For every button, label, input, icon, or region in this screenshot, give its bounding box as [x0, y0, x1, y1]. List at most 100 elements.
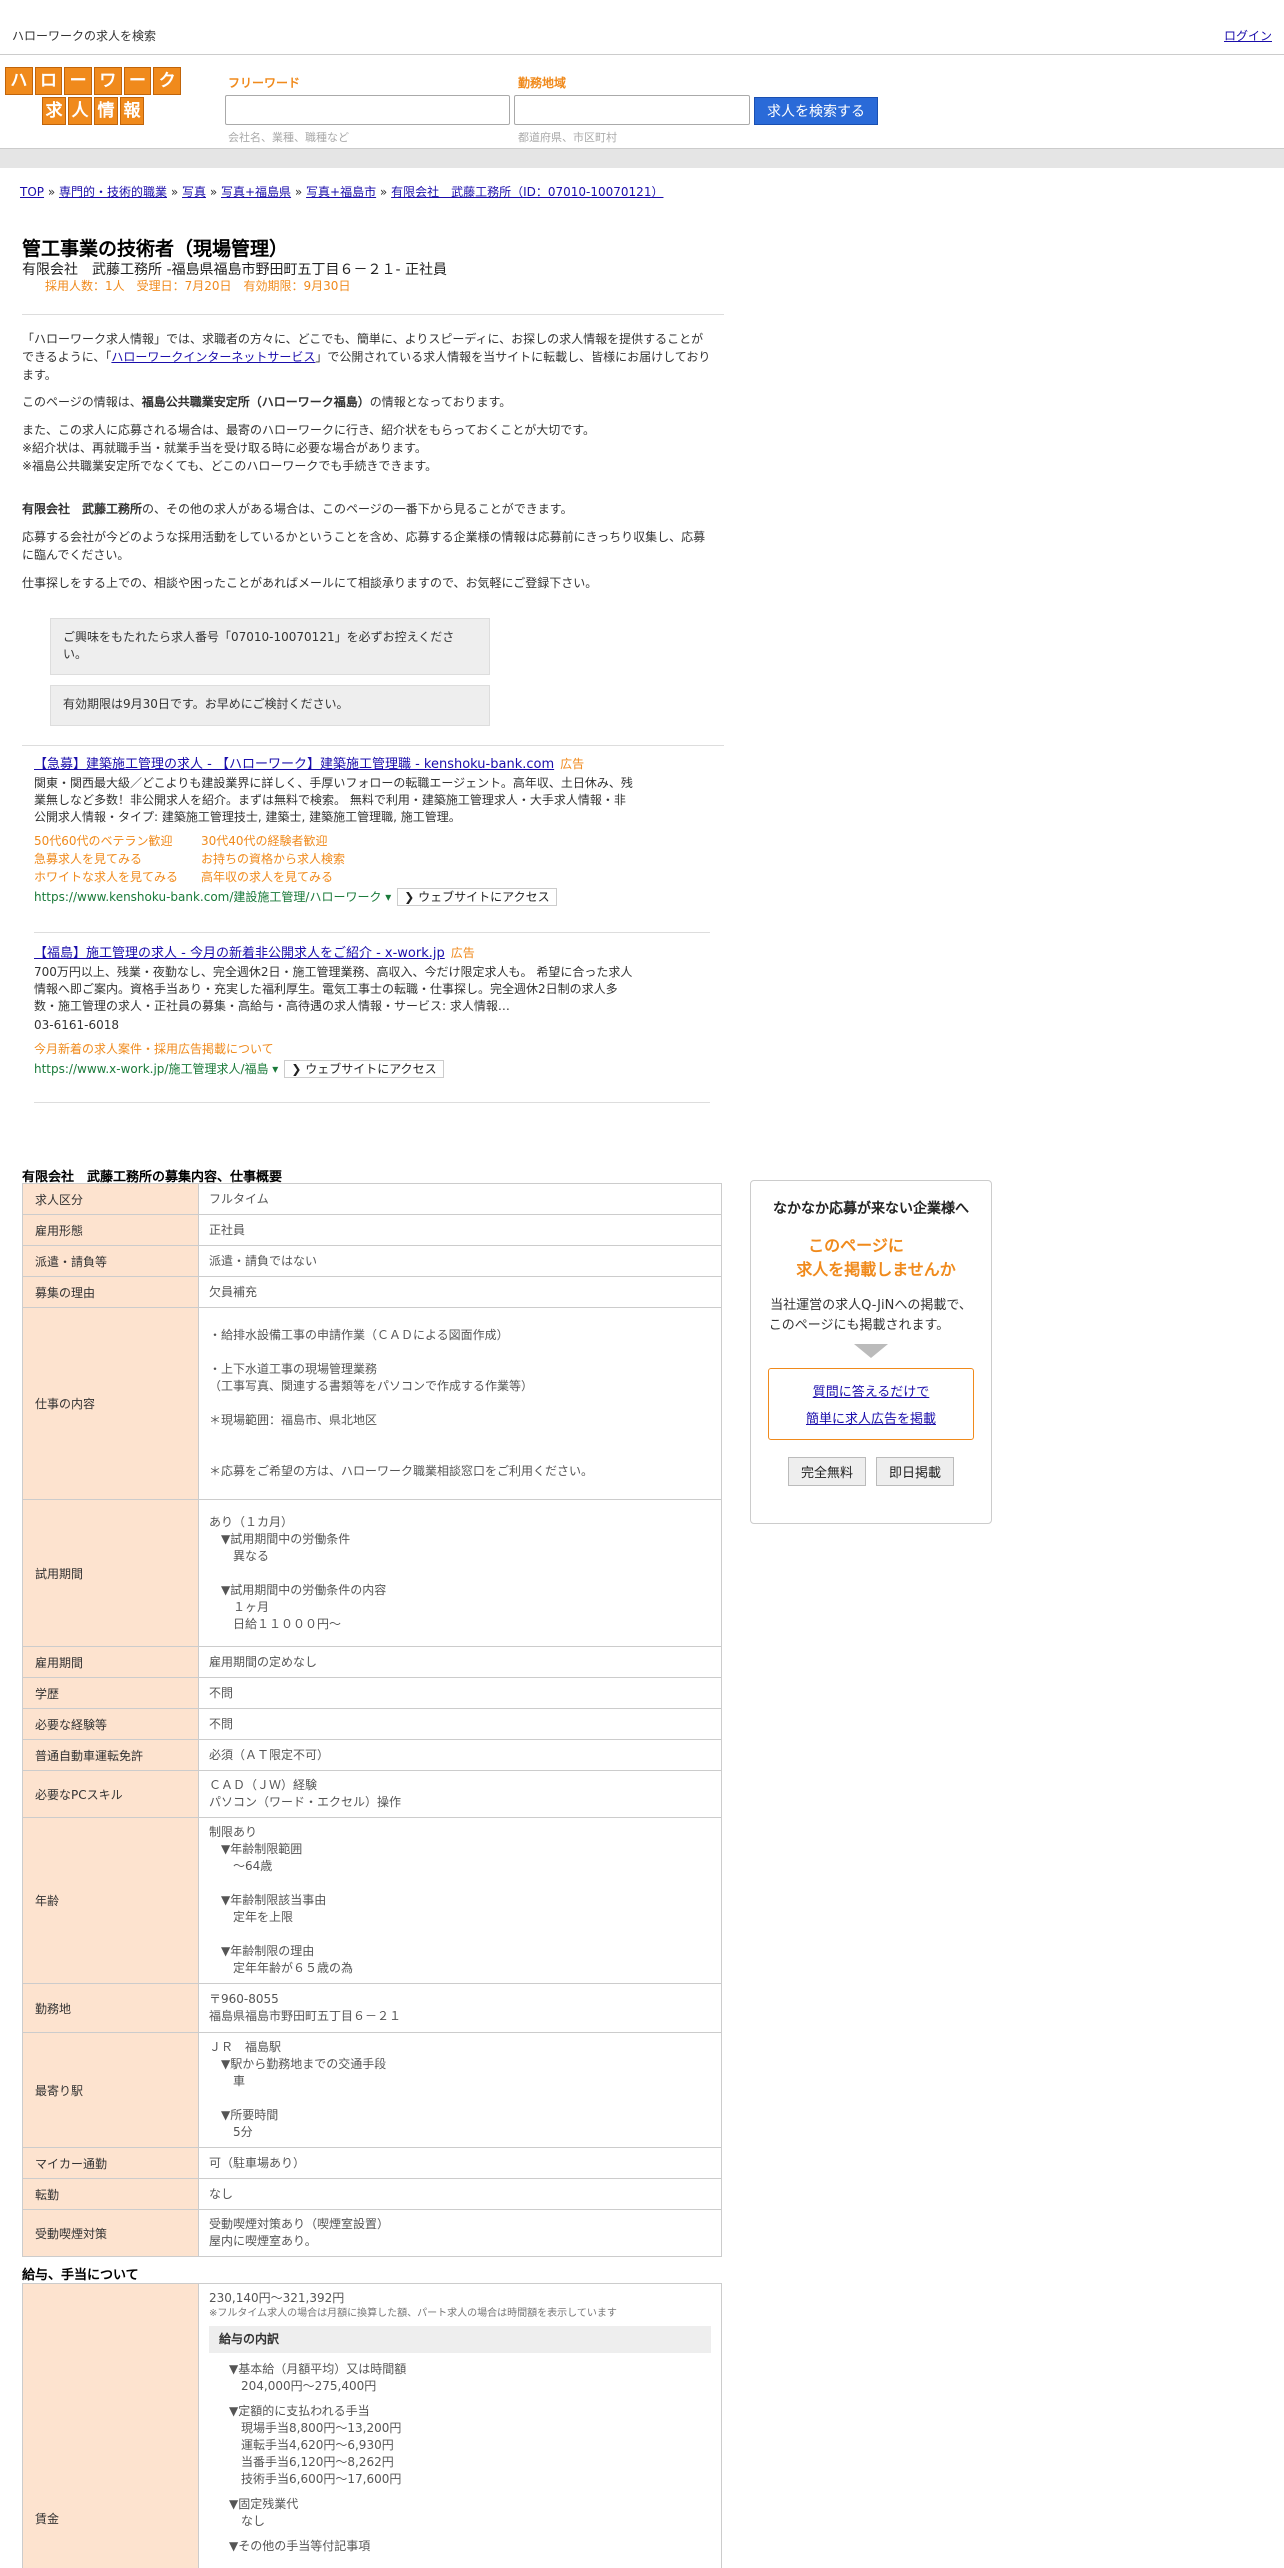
overview-key: 雇用形態 — [22, 1214, 199, 1246]
free-badge-button[interactable]: 完全無料 — [787, 1457, 866, 1486]
area-input[interactable] — [514, 95, 750, 125]
overview-value-line: ▼年齢制限該当事由 — [209, 1893, 327, 1907]
ad-description: 関東・関西最大級／どこよりも建設業界に詳しく、手厚いフォローの転職エージェント。… — [34, 776, 633, 824]
overview-value: 欠員補充 — [198, 1276, 722, 1308]
salary-line: なし — [229, 2514, 266, 2528]
overview-value-line — [209, 1446, 711, 1463]
overview-row: 雇用形態 正社員 — [22, 1214, 722, 1246]
ad-title-link[interactable]: 【急募】建築施工管理の求人 - 【ハローワーク】建築施工管理職 - kensho… — [34, 757, 554, 772]
overview-value: 正社員 — [198, 1214, 722, 1246]
breadcrumb: TOP » 専門的・技術的職業 » 写真 » 写真+福島県 » 写真+福島市 »… — [20, 185, 664, 199]
overview-value-line: 〒960-8055 — [209, 1992, 279, 2006]
breadcrumb-city[interactable]: 写真+福島市 — [306, 185, 376, 199]
overview-value-line: ・上下水道工事の現場管理業務 — [209, 1362, 378, 1376]
overview-value-line: ＊現場範囲：福島市、県北地区 — [209, 1413, 378, 1427]
salary-title: 給与、手当について — [22, 2268, 139, 2283]
divider — [34, 1102, 710, 1103]
ad-sitelink[interactable]: 急募求人を見てみる — [34, 850, 201, 868]
overview-value-line: 受動喫煙対策あり（喫煙室設置） — [209, 2217, 390, 2231]
overview-value-line: 福島県福島市野田町五丁目６－２１ — [209, 2009, 402, 2023]
overview-value-line: ＣＡＤ（ＪＷ）経験 — [209, 1778, 318, 1792]
breadcrumb-category[interactable]: 専門的・技術的職業 — [59, 185, 167, 199]
overview-value: ＣＡＤ（ＪＷ）経験 パソコン（ワード・エクセル）操作 — [198, 1770, 722, 1818]
overview-value-line: 可（駐車場あり） — [209, 2155, 306, 2170]
overview-row: マイカー通勤 可（駐車場あり） — [22, 2147, 722, 2179]
login-link[interactable]: ログイン — [1224, 27, 1272, 44]
ad-title-link[interactable]: 【福島】施工管理の求人 - 今月の新着非公開求人をご紹介 - x-work.jp — [34, 946, 445, 961]
overview-value-line: 定年を上限 — [209, 1910, 294, 1924]
overview-row: 試用期間 あり（１カ月） ▼試用期間中の労働条件 異なる ▼試用期間中の労働条件の… — [22, 1499, 722, 1647]
divider-band — [0, 148, 1284, 168]
ad-url[interactable]: https://www.x-work.jp/施工管理求人/福島 ▾ — [34, 1061, 278, 1078]
overview-value: なし — [198, 2178, 722, 2210]
overview-key: 必要な経験等 — [22, 1708, 199, 1740]
overview-key: 求人区分 — [22, 1183, 199, 1215]
visit-website-button[interactable]: ❯ ウェブサイトにアクセス — [284, 1060, 444, 1078]
breadcrumb-prefecture[interactable]: 写真+福島県 — [221, 185, 291, 199]
overview-row: 必要な経験等 不問 — [22, 1708, 722, 1740]
overview-value-line: 正社員 — [209, 1222, 246, 1237]
divider — [22, 745, 724, 746]
same-day-badge-button[interactable]: 即日掲載 — [876, 1457, 955, 1486]
overview-value: ・給排水設備工事の申請作業（ＣＡＤによる図面作成） ・上下水道工事の現場管理業務 （… — [198, 1307, 722, 1500]
ad-sitelink[interactable]: お持ちの資格から求人検索 — [201, 850, 401, 868]
overview-row: 必要なPCスキル ＣＡＤ（ＪＷ）経験 パソコン（ワード・エクセル）操作 — [22, 1770, 722, 1818]
overview-key: 募集の理由 — [22, 1276, 199, 1308]
overview-value-line: （工事写真、関連する書類等をパソコンで作成する作業等） — [209, 1379, 534, 1393]
post-job-ad-link[interactable]: 簡単に求人広告を掲載 — [769, 1406, 973, 1433]
overview-value-line: 屋内に喫煙室あり。 — [209, 2234, 317, 2248]
ad-sitelink[interactable]: 30代40代の経験者歓迎 — [201, 832, 401, 850]
breadcrumb-top[interactable]: TOP — [20, 185, 44, 199]
freeword-input[interactable] — [225, 95, 510, 125]
salary-line: ▼定額的に支払われる手当 — [229, 2404, 370, 2418]
ad-description: 700万円以上、残業・夜勤なし、完全週休2日・施工管理業務、高収入、今だけ限定求… — [34, 965, 633, 1013]
overview-row: 勤務地 〒960-8055 福島県福島市野田町五丁目６－２１ — [22, 1983, 722, 2033]
salary-line: 現場手当8,800円〜13,200円 — [229, 2421, 402, 2435]
overview-value-line: 日給１１０００円～ — [209, 1616, 342, 1631]
salary-range: 230,140円〜321,392円 — [209, 2291, 345, 2305]
overview-value-line: ▼年齢制限範囲 — [209, 1842, 303, 1856]
search-button[interactable]: 求人を検索する — [754, 97, 878, 125]
overview-value-line: 定年年齢が６５歳の為 — [209, 1961, 354, 1975]
overview-value-line: 不問 — [209, 1685, 234, 1700]
site-logo[interactable]: ハローワーク 求人情報 — [5, 67, 182, 125]
overview-value-line: 不問 — [209, 1716, 234, 1731]
answer-questions-link[interactable]: 質問に答えるだけで — [769, 1379, 973, 1406]
overview-value: 制限あり ▼年齢制限範囲 ～64歳 ▼年齢制限該当事由 定年を上限 ▼年齢制限の… — [198, 1817, 722, 1984]
intro-paragraph-6: 仕事探しをする上での、相談や困ったことがあればメールにて相談承りますので、お気軽… — [22, 576, 598, 590]
overview-value: 雇用期間の定めなし — [198, 1646, 722, 1678]
overview-value-line — [209, 1875, 711, 1892]
advertise-catchcopy: このページに 求人を掲載しませんか — [796, 1236, 956, 1279]
ad-sitelink[interactable]: 50代60代のベテラン歓迎 — [34, 832, 201, 850]
overview-row: 求人区分 フルタイム — [22, 1183, 722, 1215]
divider — [22, 314, 724, 315]
ad-sitelink[interactable]: ホワイトな求人を見てみる — [34, 868, 201, 886]
ad-url[interactable]: https://www.kenshoku-bank.com/建設施工管理/ハロー… — [34, 889, 391, 906]
ad-phone[interactable]: 03-6161-6018 — [34, 1017, 634, 1034]
overview-row: 募集の理由 欠員補充 — [22, 1276, 722, 1308]
overview-value-line: ▼駅から勤務地までの交通手段 — [209, 2057, 387, 2071]
visit-website-button[interactable]: ❯ ウェブサイトにアクセス — [397, 888, 557, 906]
overview-key: 派遣・請負等 — [22, 1245, 199, 1277]
intro-paragraph-5: 応募する会社が今どのような採用活動をしているかということを含め、応募する企業様の… — [22, 530, 706, 562]
salary-line: 技術手当6,600円〜17,600円 — [229, 2472, 402, 2486]
ad-sitelink[interactable]: 今月新着の求人案件・採用広告掲載について — [34, 1040, 434, 1058]
overview-value: ＪＲ 福島駅 ▼駅から勤務地までの交通手段 車 ▼所要時間 5分 — [198, 2032, 722, 2148]
overview-key: 最寄り駅 — [22, 2032, 199, 2148]
overview-row: 派遣・請負等 派遣・請負ではない — [22, 1245, 722, 1277]
ad-sitelink[interactable]: 高年収の求人を見てみる — [201, 868, 401, 886]
hellowork-internet-link[interactable]: ハローワークインターネットサービス — [111, 350, 315, 364]
breadcrumb-photo[interactable]: 写真 — [182, 185, 206, 199]
overview-value-line: ▼所要時間 — [209, 2108, 279, 2122]
overview-key: 仕事の内容 — [22, 1307, 199, 1500]
salary-row: 賃金 230,140円〜321,392円 ※フルタイム求人の場合は月額に換算した… — [22, 2283, 722, 2568]
overview-value: 可（駐車場あり） — [198, 2147, 722, 2179]
overview-key: 転勤 — [22, 2178, 199, 2210]
overview-value-line: ～64歳 — [209, 1859, 273, 1873]
intro-paragraph-1: 「ハローワーク求人情報」では、求職者の方々に、どこでも、簡単に、よりスピーディに… — [22, 332, 711, 382]
overview-value: 必須（ＡＴ限定不可） — [198, 1739, 722, 1771]
overview-value-line — [209, 1429, 711, 1446]
job-title: 管工事業の技術者（現場管理） — [22, 238, 289, 260]
overview-value-line: １ヶ月 — [209, 1599, 270, 1614]
breadcrumb-company[interactable]: 有限会社 武藤工務所（ID：07010-10070121） — [391, 185, 663, 199]
